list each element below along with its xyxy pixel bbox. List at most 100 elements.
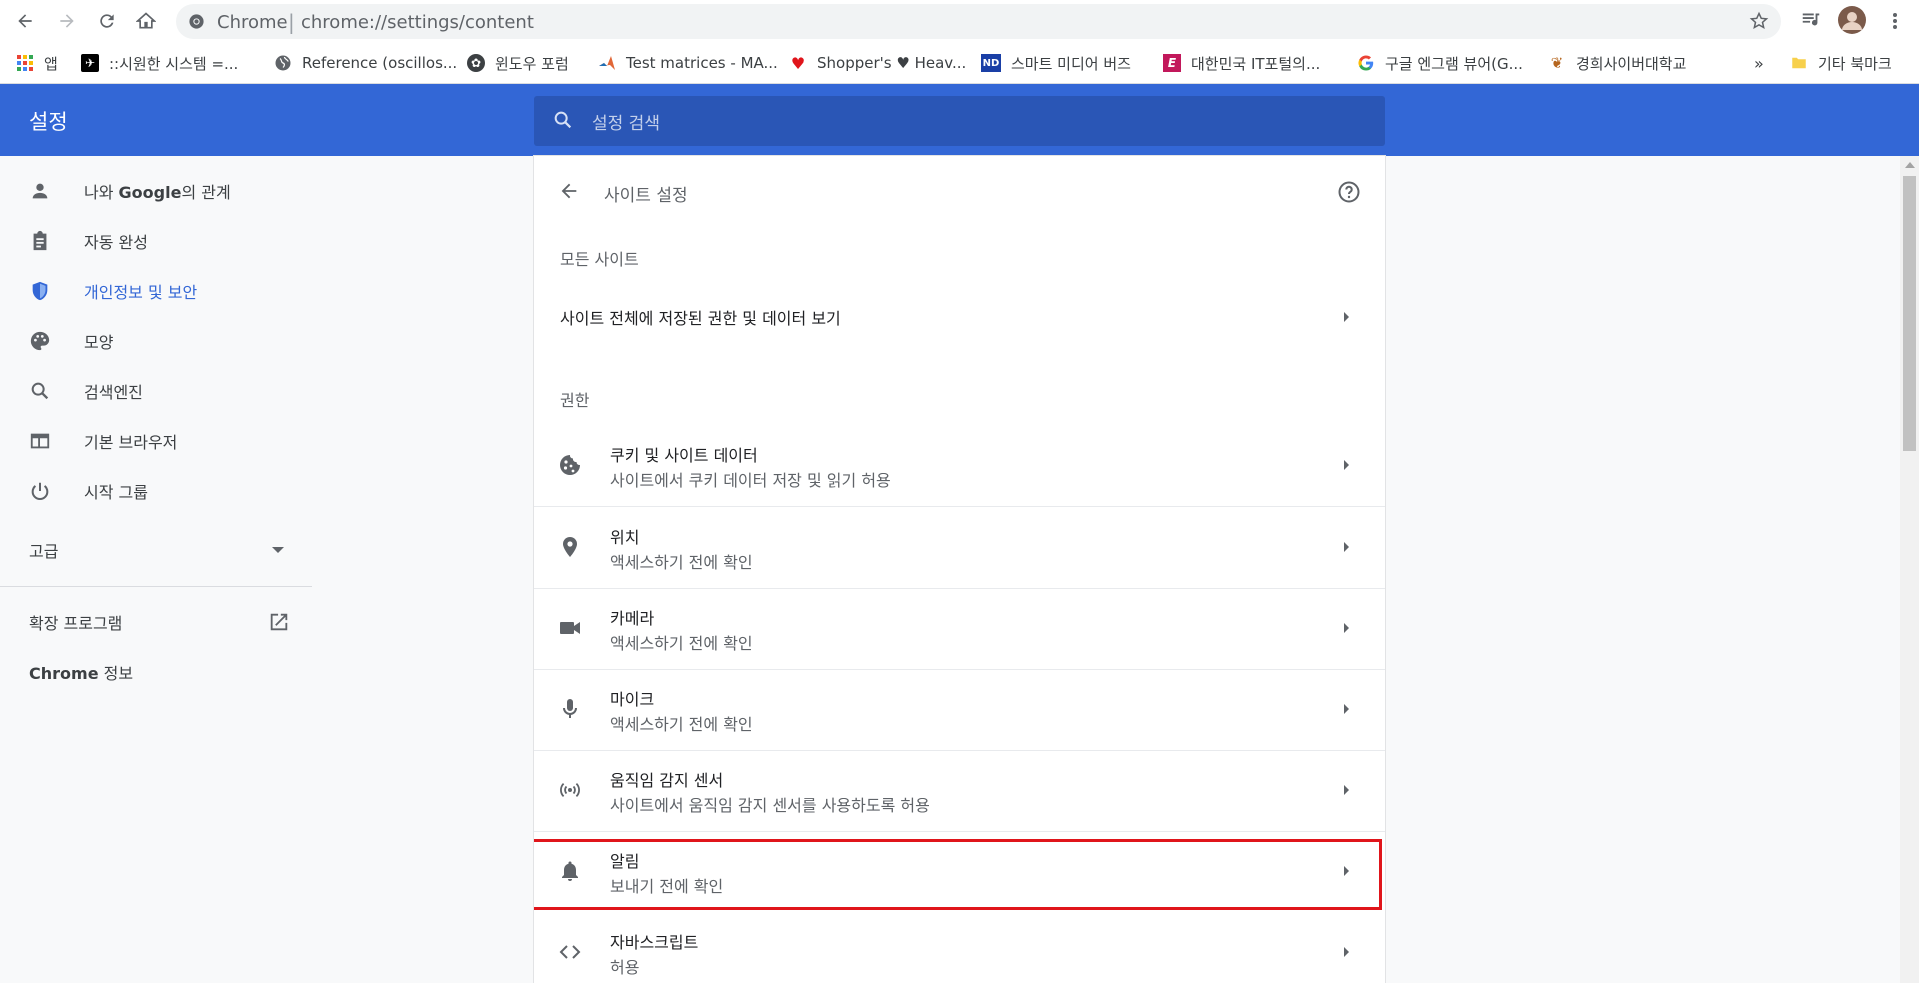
bookmark-favicon: E bbox=[1163, 54, 1181, 72]
card-header: 사이트 설정 bbox=[534, 156, 1385, 226]
sidebar-item-label: 자동 완성 bbox=[84, 233, 148, 252]
motion-sensor-icon bbox=[558, 778, 582, 802]
back-icon[interactable] bbox=[12, 8, 38, 34]
bookmark-item[interactable]: ✿ 윈도우 포럼 bbox=[467, 52, 569, 74]
browser-icon bbox=[28, 429, 52, 453]
sidebar-item-label: 모양 bbox=[84, 333, 114, 352]
location-pin-icon bbox=[558, 535, 582, 559]
bookmarks-bar: 앱 ✈ ::시원한 시스템 =... Reference (oscillos..… bbox=[0, 43, 1919, 84]
bookmark-label: 앱 bbox=[44, 54, 58, 73]
sidebar-item-default-browser[interactable]: 기본 브라우저 bbox=[0, 417, 312, 465]
page-title: 설정 bbox=[29, 110, 68, 134]
sidebar-item-search-engine[interactable]: 검색엔진 bbox=[0, 367, 312, 415]
bookmark-star-icon[interactable] bbox=[1749, 11, 1769, 35]
bookmark-item[interactable]: ✈ ::시원한 시스템 =... bbox=[81, 52, 238, 74]
permission-row-javascript[interactable]: 자바스크립트 허용 bbox=[534, 912, 1385, 983]
chevron-right-icon bbox=[1344, 542, 1349, 552]
permission-row-cookies[interactable]: 쿠키 및 사이트 데이터 사이트에서 쿠키 데이터 저장 및 읽기 허용 bbox=[534, 425, 1385, 507]
permission-title: 움직임 감지 센서 bbox=[610, 771, 724, 790]
back-arrow-icon[interactable] bbox=[558, 180, 580, 206]
cookie-icon bbox=[558, 453, 582, 477]
settings-header: 설정 설정 검색 bbox=[0, 84, 1919, 156]
sidebar-item-label: Chrome 정보 bbox=[29, 664, 134, 683]
all-sites-link[interactable]: 사이트 전체에 저장된 권한 및 데이터 보기 bbox=[534, 288, 1385, 344]
bookmark-label: Reference (oscillos... bbox=[302, 54, 458, 72]
sidebar-item-privacy[interactable]: 개인정보 및 보안 bbox=[0, 267, 312, 315]
card-title: 사이트 설정 bbox=[604, 186, 688, 206]
scroll-up-arrow-icon[interactable] bbox=[1905, 162, 1915, 168]
bookmark-label: Test matrices - MA... bbox=[626, 54, 778, 72]
microphone-icon bbox=[558, 697, 582, 721]
other-bookmarks-label: 기타 북마크 bbox=[1818, 54, 1892, 73]
site-settings-card: 사이트 설정 모든 사이트 사이트 전체에 저장된 권한 및 데이터 보기 권한… bbox=[534, 156, 1385, 983]
permission-subtitle: 허용 bbox=[610, 958, 640, 977]
chevron-down-icon bbox=[272, 547, 284, 553]
search-icon bbox=[552, 109, 574, 135]
chevron-right-icon bbox=[1344, 704, 1349, 714]
forward-icon[interactable] bbox=[54, 8, 80, 34]
more-menu-icon[interactable] bbox=[1892, 12, 1898, 34]
bookmark-item[interactable]: 구글 엔그램 뷰어(G... bbox=[1357, 52, 1523, 74]
permission-title: 알림 bbox=[610, 852, 640, 871]
address-brand: Chrome bbox=[217, 12, 288, 33]
search-input[interactable]: 설정 검색 bbox=[592, 109, 660, 134]
palette-icon bbox=[28, 329, 52, 353]
help-icon[interactable] bbox=[1337, 180, 1361, 208]
media-control-icon[interactable] bbox=[1800, 8, 1822, 34]
bookmark-item[interactable]: Test matrices - MA... bbox=[598, 52, 778, 74]
chevron-right-icon bbox=[1344, 947, 1349, 957]
sidebar-item-label: 시작 그룹 bbox=[84, 483, 148, 502]
address-url[interactable]: chrome://settings/content bbox=[301, 12, 534, 33]
address-bar[interactable]: Chrome | chrome://settings/content bbox=[176, 4, 1781, 39]
home-icon[interactable] bbox=[133, 8, 159, 34]
sidebar-item-extensions[interactable]: 확장 프로그램 bbox=[0, 598, 312, 646]
bookmark-item[interactable]: ❦ 경희사이버대학교 bbox=[1548, 52, 1687, 74]
bookmark-favicon: ✈ bbox=[81, 54, 99, 72]
page-scrollbar[interactable] bbox=[1900, 156, 1919, 983]
chevron-right-icon bbox=[1344, 785, 1349, 795]
bookmark-item[interactable]: ♥ Shopper's ♥ Heav... bbox=[789, 52, 966, 74]
permission-title: 카메라 bbox=[610, 609, 655, 628]
bookmark-favicon: ND bbox=[981, 54, 1001, 72]
permission-row-notifications[interactable]: 알림 보내기 전에 확인 bbox=[534, 831, 1385, 912]
scrollbar-thumb[interactable] bbox=[1903, 176, 1916, 451]
permission-subtitle: 보내기 전에 확인 bbox=[610, 877, 724, 896]
sidebar-item-label: 검색엔진 bbox=[84, 383, 143, 402]
browser-toolbar: Chrome | chrome://settings/content bbox=[0, 0, 1919, 43]
permission-title: 위치 bbox=[610, 528, 640, 547]
other-bookmarks[interactable]: 기타 북마크 bbox=[1790, 52, 1892, 74]
open-in-new-icon bbox=[268, 611, 290, 637]
sidebar-item-about[interactable]: Chrome 정보 bbox=[0, 648, 312, 696]
permission-row-location[interactable]: 위치 액세스하기 전에 확인 bbox=[534, 507, 1385, 589]
sidebar-item-label: 고급 bbox=[29, 542, 59, 561]
bookmark-item[interactable]: E 대한민국 IT포털의... bbox=[1163, 52, 1320, 74]
permission-title: 자바스크립트 bbox=[610, 933, 699, 952]
sidebar-item-advanced[interactable]: 고급 bbox=[0, 526, 312, 574]
reload-icon[interactable] bbox=[94, 8, 120, 34]
sidebar-item-autofill[interactable]: 자동 완성 bbox=[0, 217, 312, 265]
bookmark-label: 구글 엔그램 뷰어(G... bbox=[1385, 54, 1523, 73]
permission-row-motion-sensors[interactable]: 움직임 감지 센서 사이트에서 움직임 감지 센서를 사용하도록 허용 bbox=[534, 750, 1385, 832]
apps-grid-icon bbox=[16, 54, 34, 72]
bookmark-item[interactable]: ND 스마트 미디어 버즈 bbox=[981, 52, 1131, 74]
chevron-right-icon bbox=[1344, 623, 1349, 633]
sidebar-item-people[interactable]: 나와 Google의 관계 bbox=[0, 167, 312, 215]
bell-icon bbox=[558, 859, 582, 883]
chrome-icon bbox=[188, 13, 205, 34]
permission-row-microphone[interactable]: 마이크 액세스하기 전에 확인 bbox=[534, 669, 1385, 751]
profile-avatar[interactable] bbox=[1838, 6, 1866, 38]
bookmark-label: 스마트 미디어 버즈 bbox=[1011, 54, 1131, 73]
bookmark-label: 윈도우 포럼 bbox=[495, 54, 569, 73]
permission-row-camera[interactable]: 카메라 액세스하기 전에 확인 bbox=[534, 588, 1385, 670]
all-sites-heading: 모든 사이트 bbox=[560, 250, 639, 269]
bookmark-item[interactable]: Reference (oscillos... bbox=[274, 52, 457, 74]
bookmark-apps[interactable]: 앱 bbox=[16, 52, 58, 74]
sidebar-item-appearance[interactable]: 모양 bbox=[0, 317, 312, 365]
bookmark-label: ::시원한 시스템 =... bbox=[109, 54, 239, 73]
code-icon bbox=[558, 940, 582, 964]
sidebar-item-label: 확장 프로그램 bbox=[29, 614, 123, 633]
settings-search[interactable]: 설정 검색 bbox=[534, 96, 1385, 146]
sidebar-item-on-startup[interactable]: 시작 그룹 bbox=[0, 467, 312, 515]
permission-title: 마이크 bbox=[610, 690, 655, 709]
bookmarks-overflow-button[interactable]: » bbox=[1754, 52, 1764, 74]
